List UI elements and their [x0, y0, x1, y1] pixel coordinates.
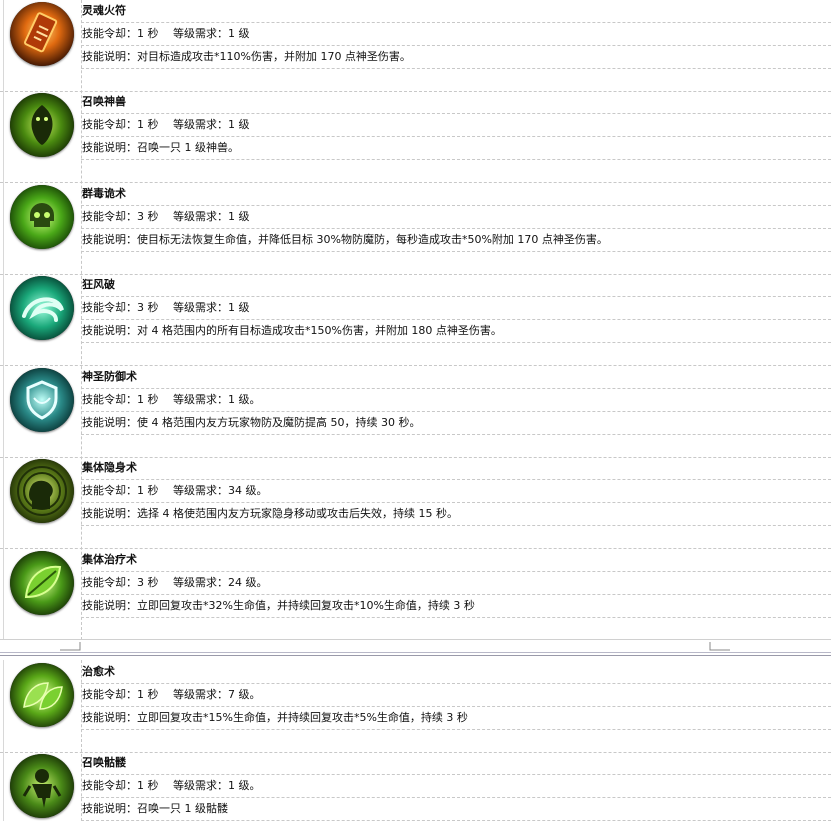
skill-cooldown: 技能令却：3 秒 等级需求：1 级	[81, 206, 831, 229]
crop-mark-left	[60, 642, 81, 651]
fire-talisman-icon	[10, 2, 74, 66]
skill-description: 技能说明：对 4 格范围内的所有目标造成攻击*150%伤害，并附加 180 点神…	[81, 320, 831, 343]
skill-name: 神圣防御术	[81, 366, 831, 389]
row-spacer	[0, 160, 831, 183]
skill-cooldown: 技能令却：1 秒 等级需求：1 级。	[81, 775, 831, 798]
row-spacer	[0, 526, 831, 549]
skill-description: 技能说明：选择 4 格使范围内友方玩家隐身移动或攻击后失效，持续 15 秒。	[81, 503, 831, 526]
whirlwind-icon	[10, 276, 74, 340]
poison-skull-icon	[10, 185, 74, 249]
skill-name: 灵魂火符	[81, 0, 831, 23]
skill-description: 技能说明：使 4 格范围内友方玩家物防及魔防提高 50，持续 30 秒。	[81, 412, 831, 435]
page-edge	[0, 655, 831, 656]
skill-description: 技能说明：对目标造成攻击*110%伤害，并附加 170 点神圣伤害。	[81, 46, 831, 69]
skill-name: 召唤骷髅	[81, 752, 831, 775]
document-page: 灵魂火符 技能令却：1 秒 等级需求：1 级 技能说明：对目标造成攻击*110%…	[0, 0, 831, 821]
skills-table-bottom: 治愈术 技能令却：1 秒 等级需求：7 级。 技能说明：立即回复攻击*15%生命…	[0, 660, 831, 821]
skill-description: 技能说明：使目标无法恢复生命值，并降低目标 30%物防魔防，每秒造成攻击*50%…	[81, 229, 831, 252]
summon-skeleton-icon	[10, 754, 74, 818]
row-spacer	[0, 435, 831, 458]
skill-name: 狂风破	[81, 274, 831, 297]
skill-cooldown: 技能令却：1 秒 等级需求：1 级	[81, 23, 831, 46]
row-spacer	[0, 343, 831, 366]
skill-name: 召唤神兽	[81, 91, 831, 114]
skill-cooldown: 技能令却：1 秒 等级需求：1 级	[81, 114, 831, 137]
summon-beast-icon	[10, 93, 74, 157]
row-spacer	[0, 618, 831, 640]
skills-table-top: 灵魂火符 技能令却：1 秒 等级需求：1 级 技能说明：对目标造成攻击*110%…	[0, 0, 831, 640]
row-spacer	[0, 69, 831, 92]
skill-name: 治愈术	[81, 661, 831, 684]
heal-leaves-icon	[10, 663, 74, 727]
row-spacer	[0, 252, 831, 275]
skill-cooldown: 技能令却：1 秒 等级需求：34 级。	[81, 480, 831, 503]
skill-description: 技能说明：立即回复攻击*15%生命值，并持续回复攻击*5%生命值，持续 3 秒	[81, 707, 831, 730]
group-heal-leaf-icon	[10, 551, 74, 615]
skill-cooldown: 技能令却：3 秒 等级需求：1 级	[81, 297, 831, 320]
page-break	[0, 640, 831, 660]
row-spacer	[0, 730, 831, 753]
skill-description: 技能说明：立即回复攻击*32%生命值，并持续回复攻击*10%生命值，持续 3 秒	[81, 595, 831, 618]
crop-mark-right	[709, 642, 730, 651]
skill-cooldown: 技能令却：1 秒 等级需求：7 级。	[81, 684, 831, 707]
skill-name: 集体治疗术	[81, 549, 831, 572]
skill-cooldown: 技能令却：1 秒 等级需求：1 级。	[81, 389, 831, 412]
holy-shield-icon	[10, 368, 74, 432]
skill-name: 集体隐身术	[81, 457, 831, 480]
skill-cooldown: 技能令却：3 秒 等级需求：24 级。	[81, 572, 831, 595]
page-edge	[0, 652, 831, 653]
invisibility-head-icon	[10, 459, 74, 523]
skill-description: 技能说明：召唤一只 1 级神兽。	[81, 137, 831, 160]
skill-name: 群毒诡术	[81, 183, 831, 206]
skill-description: 技能说明：召唤一只 1 级骷髅	[81, 798, 831, 821]
